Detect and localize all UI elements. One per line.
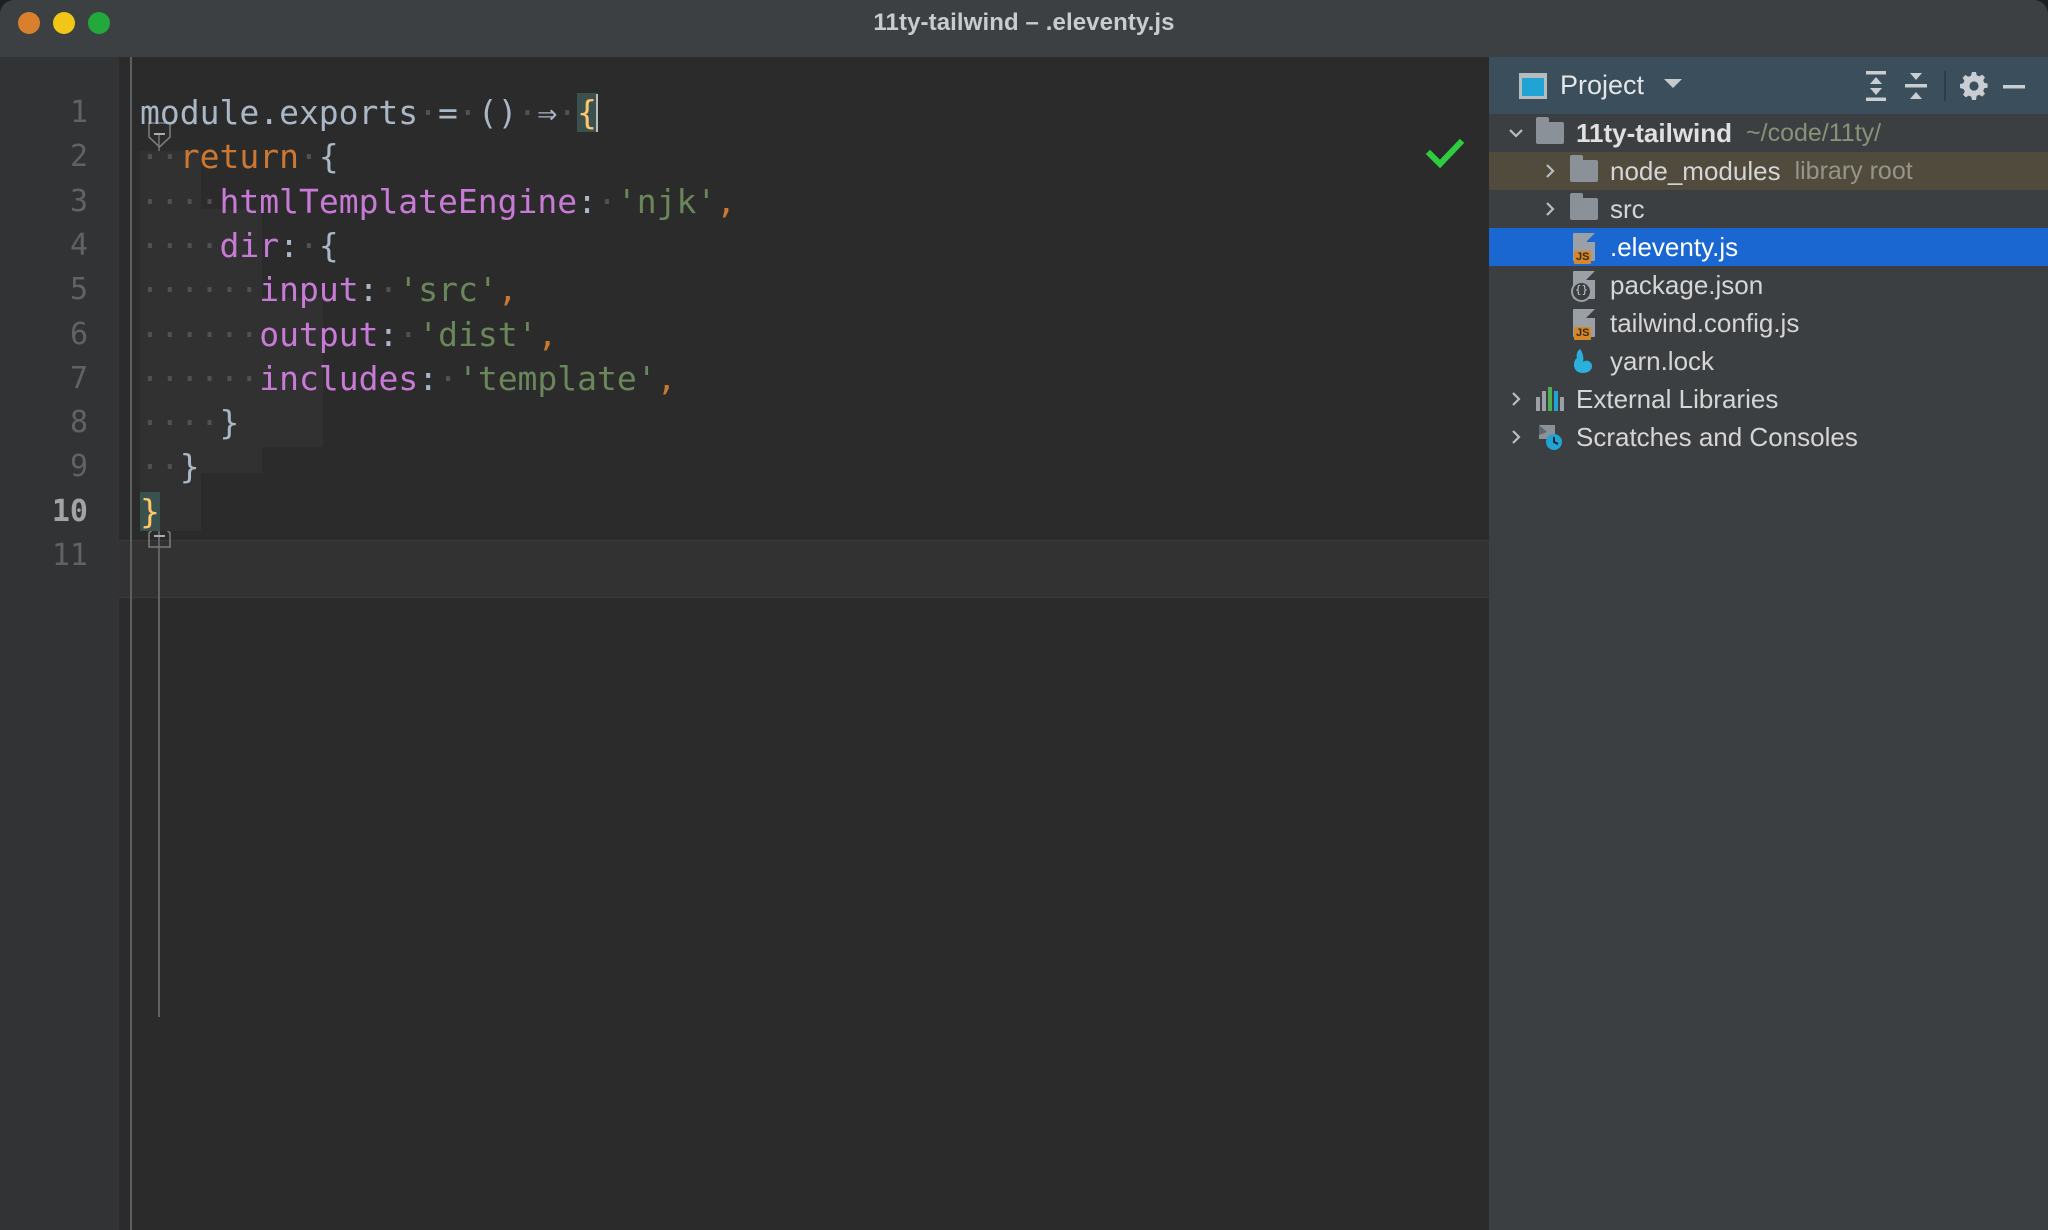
tree-row-label: yarn.lock [1610,345,1715,376]
folder-icon [1567,193,1601,225]
code-token: : [358,270,379,310]
project-window-icon [1518,72,1548,100]
tree-row-label: Scratches and Consoles [1576,421,1858,452]
inspection-ok-check-icon[interactable] [1425,135,1465,175]
tree-row-label: src [1610,193,1645,224]
js-file-icon: JS [1567,231,1601,264]
folder-icon [1567,155,1601,187]
yarn-file-icon [1567,345,1601,377]
code-token: () [477,93,518,132]
code-token: output [259,314,379,354]
code-line[interactable] [119,527,1489,585]
tree-row-scratches-and-consoles[interactable]: Scratches and Consoles [1489,418,2048,456]
scratches-icon [1533,421,1567,453]
expand-all-icon[interactable] [1856,66,1896,106]
ide-window: 11ty-tailwind – .eleventy.js 1 2 3 4 5 6 7 8 9 10… [0,0,2048,1230]
title-bar: 11ty-tailwind – .eleventy.js [0,0,2048,57]
tree-row-yarn-lock[interactable]: yarn.lock [1489,342,2048,380]
tree-row-hint: ~/code/11ty/ [1746,118,1882,147]
settings-gear-icon[interactable] [1954,66,1994,106]
chevron-down-icon[interactable] [1662,76,1684,95]
project-panel-header: Project [1489,57,2048,114]
code-token: · [457,93,478,132]
code-token: · [557,93,578,132]
tree-row-label: package.json [1610,269,1764,300]
window-title: 11ty-tailwind – .eleventy.js [873,9,1175,36]
code-token: } [219,403,240,443]
code-token: 'njk' [616,181,717,221]
json-file-icon: {} [1567,269,1601,302]
tree-row-src[interactable]: src [1489,190,2048,228]
gutter-line-number[interactable]: 11 [0,527,119,585]
code-token: { [577,93,598,132]
code-token: : [418,358,439,398]
chevron-down-icon[interactable] [1499,116,1533,150]
code-token: · [517,93,538,132]
tree-row-tailwind-config-js[interactable]: JS tailwind.config.js [1489,304,2048,342]
project-panel-title: Project [1560,70,1645,100]
folder-icon [1533,117,1567,149]
code-token: · [438,358,458,398]
tree-row-label: 11ty-tailwind [1576,117,1733,148]
js-file-icon: JS [1567,307,1601,340]
code-token: · [398,314,419,354]
code-token: , [497,270,518,310]
tree-row-external-libraries[interactable]: External Libraries [1489,380,2048,418]
code-text-area[interactable]: module.exports·=·()·⇒·{··return·{····htm… [119,57,1489,1230]
code-token: · [298,137,319,177]
code-token: : [577,181,597,221]
tree-row-package-json[interactable]: {} package.json [1489,266,2048,304]
toolbar-divider [1944,70,1946,101]
code-token: , [656,358,677,398]
code-token: } [179,447,200,487]
tree-row-hint: library root [1794,156,1913,185]
code-editor[interactable]: 1 2 3 4 5 6 7 8 9 10 11 module.exports·=… [0,57,1489,1230]
chevron-right-icon[interactable] [1499,382,1533,416]
code-token: module.exports [140,93,419,132]
code-token: · [298,225,319,265]
chevron-right-icon[interactable] [1499,420,1533,454]
tree-row-label: node_modules [1610,155,1781,186]
code-token: = [438,93,458,132]
code-token: 'template' [457,358,657,398]
editor-gutter[interactable]: 1 2 3 4 5 6 7 8 9 10 11 [0,57,119,1230]
text-caret [596,94,599,132]
code-token: return [179,137,299,177]
code-token: 'src' [398,270,498,310]
code-token: { [318,137,339,177]
hide-panel-icon[interactable] [1994,66,2034,106]
tree-row-node-modules[interactable]: node_modules library root [1489,152,2048,190]
chevron-right-icon[interactable] [1533,154,1567,188]
code-token: } [140,491,160,531]
code-token: ⇒ [537,93,558,132]
code-token: { [318,225,339,265]
code-token: · [378,270,399,310]
code-token: : [279,225,299,265]
collapse-all-icon[interactable] [1896,66,1936,106]
code-token: , [716,181,737,221]
code-token: , [537,314,558,354]
code-token: dir [219,225,280,265]
chevron-right-icon[interactable] [1533,192,1567,226]
tree-row-eleventy-js[interactable]: JS .eleventy.js [1489,228,2048,266]
tree-row-label: tailwind.config.js [1610,307,1800,338]
external-libraries-icon [1533,383,1567,415]
project-tree[interactable]: 11ty-tailwind ~/code/11ty/node_modules lib… [1489,114,2048,456]
code-token: input [259,270,359,310]
code-token: includes [259,358,419,398]
code-token: · [597,181,617,221]
tree-row-label: External Libraries [1576,383,1779,414]
code-token: : [378,314,399,354]
code-token: · [418,93,439,132]
tree-row-label: .eleventy.js [1610,231,1739,262]
code-token: htmlTemplateEngine [219,181,578,221]
project-tool-window[interactable]: Project 11ty-tailwind ~/code/11ty/ node_… [1489,57,2048,1230]
tree-row-11ty-tailwind[interactable]: 11ty-tailwind ~/code/11ty/ [1489,114,2048,152]
code-token: 'dist' [418,314,538,354]
